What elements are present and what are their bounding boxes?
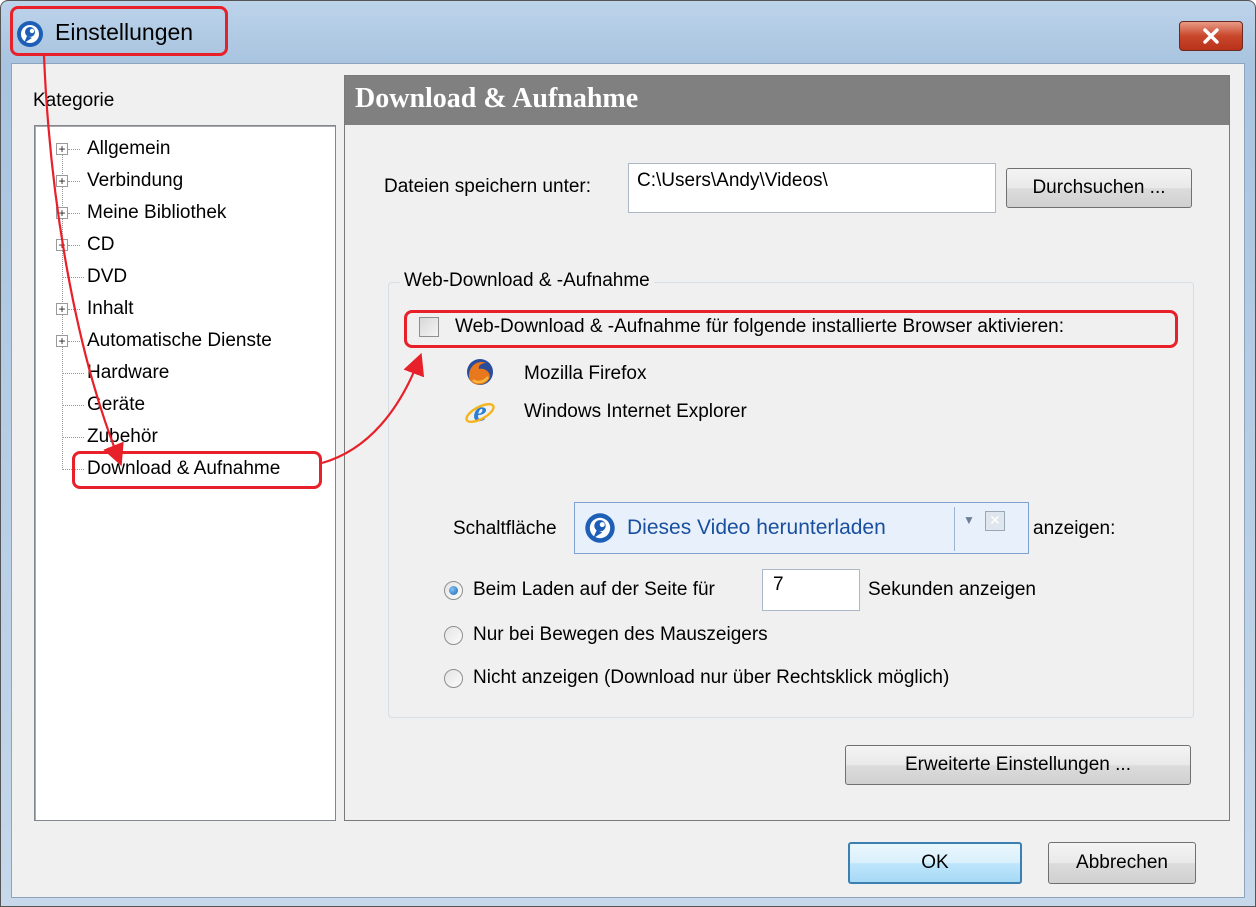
tree-item-label: Verbindung — [87, 170, 184, 191]
tree-item-label: Inhalt — [87, 298, 134, 319]
browser-name-ie: Windows Internet Explorer — [524, 401, 747, 422]
annotation-highlight-checkbox — [404, 310, 1178, 348]
tree-item-label: Geräte — [87, 394, 146, 415]
close-icon — [1203, 28, 1219, 44]
radio-show-on-load-label[interactable]: Beim Laden auf der Seite für — [473, 579, 715, 601]
panel-header: Download & Aufnahme — [345, 76, 1229, 125]
panel-title: Download & Aufnahme — [355, 83, 639, 114]
radio-show-on-hover-label[interactable]: Nur bei Bewegen des Mauszeigers — [473, 624, 768, 646]
download-video-label: Dieses Video herunterladen — [627, 516, 886, 539]
close-button[interactable] — [1179, 21, 1243, 51]
seconds-input[interactable]: 7 — [762, 569, 860, 611]
advanced-settings-button[interactable]: Erweiterte Einstellungen ... — [845, 745, 1191, 785]
expand-plus-icon[interactable]: + — [56, 143, 68, 155]
tree-item-label: Automatische Dienste — [87, 330, 272, 351]
button-suffix-label: anzeigen: — [1033, 518, 1116, 539]
close-icon[interactable]: ✕ — [985, 511, 1005, 531]
group-title: Web-Download & -Aufnahme — [400, 270, 654, 292]
tree-item-label: DVD — [87, 266, 128, 287]
radio-hide[interactable] — [444, 669, 463, 688]
ok-button[interactable]: OK — [848, 842, 1022, 884]
category-label: Kategorie — [33, 90, 115, 111]
browse-button[interactable]: Durchsuchen ... — [1006, 168, 1192, 208]
expand-plus-icon[interactable]: + — [56, 335, 68, 347]
expand-plus-icon[interactable]: + — [56, 303, 68, 315]
save-path-input[interactable]: C:\Users\Andy\Videos\ — [628, 163, 996, 213]
dropdown-arrow-icon[interactable]: ▼ — [963, 513, 975, 527]
annotation-highlight-download-item — [72, 451, 322, 489]
expand-plus-icon[interactable]: + — [56, 175, 68, 187]
tree-item-label: CD — [87, 234, 115, 255]
tree-item-label: Meine Bibliothek — [87, 202, 227, 223]
button-prefix-label: Schaltfläche — [453, 518, 557, 539]
expand-plus-icon[interactable]: + — [56, 239, 68, 251]
annotation-highlight-title — [10, 6, 228, 56]
tree-item-label: Allgemein — [87, 138, 171, 159]
radio-show-on-load[interactable] — [444, 581, 463, 600]
download-button-preview: Dieses Video herunterladen ▼ ✕ — [574, 502, 1029, 554]
save-location-label: Dateien speichern unter: — [384, 176, 592, 197]
cancel-button[interactable]: Abbrechen — [1048, 842, 1196, 884]
expand-plus-icon[interactable]: + — [56, 207, 68, 219]
tree-item-label: Hardware — [87, 362, 170, 383]
browser-name-firefox: Mozilla Firefox — [524, 363, 647, 384]
realplayer-logo-icon — [585, 513, 615, 543]
radio-hide-label[interactable]: Nicht anzeigen (Download nur über Rechts… — [473, 667, 949, 689]
download-video-button[interactable]: Dieses Video herunterladen — [583, 509, 951, 547]
firefox-icon — [467, 359, 493, 385]
radio-show-on-hover[interactable] — [444, 626, 463, 645]
tree-item-label: Zubehör — [87, 426, 158, 447]
seconds-suffix-label: Sekunden anzeigen — [868, 579, 1036, 600]
internet-explorer-icon: e — [465, 395, 495, 427]
